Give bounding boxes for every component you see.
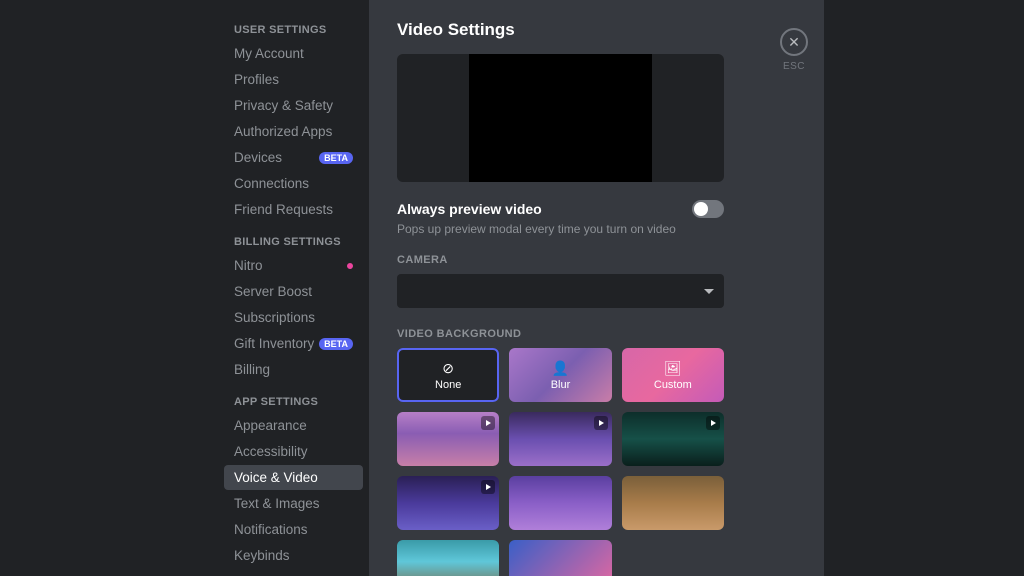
sidebar-item-label: Gift Inventory [234,336,314,351]
video-preview-feed [469,54,652,182]
sidebar-item-label: Text & Images [234,496,320,511]
page-title: Video Settings [397,20,724,40]
sidebar-item-my-account[interactable]: My Account [224,41,363,66]
bg-tile-blur[interactable]: 👤 Blur [509,348,611,402]
sidebar-item-authorized-apps[interactable]: Authorized Apps [224,119,363,144]
close-icon: ✕ [788,34,800,51]
sidebar-item-label: Server Boost [234,284,312,299]
bg-tile-preset-7[interactable] [397,540,499,576]
sidebar-section-title: BILLING SETTINGS [224,232,363,252]
sidebar-item-keybinds[interactable]: Keybinds [224,543,363,568]
sidebar-section-title: APP SETTINGS [224,392,363,412]
bg-tile-preset-5[interactable] [509,476,611,530]
bg-tile-preset-2[interactable] [509,412,611,466]
background-grid: ⊘ None 👤 Blur 🖼 Custom [397,348,724,576]
play-icon [706,416,720,430]
bg-tile-preset-1[interactable] [397,412,499,466]
sidebar-item-friend-requests[interactable]: Friend Requests [224,197,363,222]
sidebar-item-privacy-safety[interactable]: Privacy & Safety [224,93,363,118]
video-preview [397,54,724,182]
sidebar-item-billing[interactable]: Billing [224,357,363,382]
esc-label: ESC [783,61,805,72]
beta-badge: BETA [319,338,353,350]
bg-tile-preset-4[interactable] [397,476,499,530]
sidebar-item-label: Billing [234,362,270,377]
settings-sidebar: USER SETTINGS My Account Profiles Privacy &… [224,0,369,576]
bg-tile-preset-3[interactable] [622,412,724,466]
sidebar-item-language[interactable]: Language [224,569,363,576]
sidebar-item-notifications[interactable]: Notifications [224,517,363,542]
sidebar-item-connections[interactable]: Connections [224,171,363,196]
sidebar-item-label: Devices [234,150,282,165]
sidebar-item-label: Authorized Apps [234,124,332,139]
chevron-down-icon [704,289,714,294]
nitro-dot-icon [347,263,353,269]
none-icon: ⊘ [442,360,454,377]
sidebar-item-label: Keybinds [234,548,290,563]
camera-select[interactable] [397,274,724,308]
blur-icon: 👤 [552,360,569,377]
sidebar-item-subscriptions[interactable]: Subscriptions [224,305,363,330]
sidebar-item-text-images[interactable]: Text & Images [224,491,363,516]
bg-tile-preset-8[interactable] [509,540,611,576]
beta-badge: BETA [319,152,353,164]
bg-tile-none[interactable]: ⊘ None [397,348,499,402]
sidebar-item-profiles[interactable]: Profiles [224,67,363,92]
camera-label: CAMERA [397,254,724,266]
play-icon [481,416,495,430]
always-preview-row: Always preview video ✕ [397,200,724,218]
play-icon [594,416,608,430]
bg-tile-custom[interactable]: 🖼 Custom [622,348,724,402]
always-preview-toggle[interactable]: ✕ [692,200,724,218]
sidebar-item-label: Nitro [234,258,263,273]
right-gutter [824,0,1024,576]
bg-tile-preset-6[interactable] [622,476,724,530]
sidebar-item-nitro[interactable]: Nitro [224,253,363,278]
sidebar-item-label: Voice & Video [234,470,318,485]
left-gutter [0,0,224,576]
sidebar-item-voice-video[interactable]: Voice & Video [224,465,363,490]
play-icon [481,480,495,494]
sidebar-item-devices[interactable]: Devices BETA [224,145,363,170]
sidebar-item-gift-inventory[interactable]: Gift Inventory BETA [224,331,363,356]
sidebar-item-label: My Account [234,46,304,61]
sidebar-item-server-boost[interactable]: Server Boost [224,279,363,304]
tile-label: Custom [654,379,692,391]
sidebar-item-label: Connections [234,176,309,191]
tile-label: Blur [551,379,571,391]
video-background-label: VIDEO BACKGROUND [397,328,724,340]
always-preview-desc: Pops up preview modal every time you tur… [397,222,724,236]
sidebar-item-label: Accessibility [234,444,308,459]
close-button[interactable]: ✕ [780,28,808,56]
sidebar-item-label: Profiles [234,72,279,87]
sidebar-item-label: Subscriptions [234,310,315,325]
always-preview-label: Always preview video [397,201,542,217]
close-area: ✕ ESC [764,0,824,576]
sidebar-item-label: Privacy & Safety [234,98,333,113]
settings-content: Video Settings Always preview video ✕ Po… [369,0,764,576]
sidebar-item-accessibility[interactable]: Accessibility [224,439,363,464]
sidebar-item-label: Friend Requests [234,202,333,217]
sidebar-section-title: USER SETTINGS [224,20,363,40]
sidebar-item-appearance[interactable]: Appearance [224,413,363,438]
sidebar-item-label: Notifications [234,522,308,537]
sidebar-item-label: Appearance [234,418,307,433]
custom-icon: 🖼 [664,360,682,377]
tile-label: None [435,379,461,391]
